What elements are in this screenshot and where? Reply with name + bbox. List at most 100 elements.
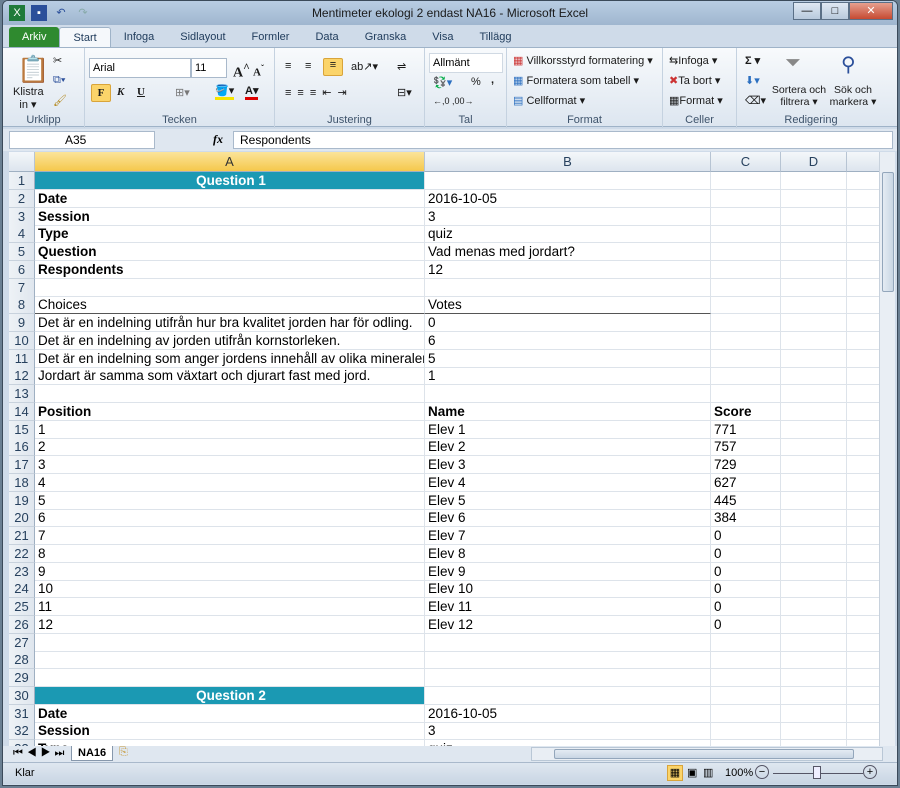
cell-d[interactable]: [781, 669, 847, 687]
select-all-corner[interactable]: [9, 152, 35, 172]
row-header[interactable]: 9: [9, 314, 35, 332]
cell-styles-button[interactable]: ▤ Cellformat ▾: [513, 94, 585, 107]
find-binoculars-icon[interactable]: ⚲: [841, 52, 856, 77]
cell-e[interactable]: [847, 332, 879, 350]
cell-e[interactable]: [847, 563, 879, 581]
cell-d[interactable]: [781, 456, 847, 474]
format-painter-icon[interactable]: 🖌: [53, 94, 67, 107]
cell-a[interactable]: 10: [35, 580, 425, 599]
cell-b[interactable]: quiz: [425, 225, 711, 244]
row-header[interactable]: 31: [9, 704, 35, 723]
cell-b[interactable]: Elev 11: [425, 598, 711, 616]
cell-e[interactable]: [847, 687, 879, 705]
format-as-table-button[interactable]: ▦ Formatera som tabell ▾: [513, 74, 639, 87]
normal-view-icon[interactable]: ▦: [667, 765, 683, 781]
row-header[interactable]: 11: [9, 349, 35, 368]
cell-a[interactable]: Session: [35, 722, 425, 741]
row-header[interactable]: 16: [9, 438, 35, 457]
cell-e[interactable]: [847, 172, 879, 190]
row-header[interactable]: 13: [9, 385, 35, 403]
tab-infoga[interactable]: Infoga: [111, 27, 168, 47]
cut-icon[interactable]: ✂: [53, 54, 62, 67]
cell-a[interactable]: 11: [35, 598, 425, 616]
cell-b[interactable]: Elev 7: [425, 527, 711, 545]
cell-a[interactable]: Type: [35, 225, 425, 244]
row-header[interactable]: 23: [9, 562, 35, 581]
cell-b[interactable]: Vad menas med jordart?: [425, 243, 711, 261]
number-format-select[interactable]: Allmänt: [429, 53, 503, 73]
cell-b[interactable]: [425, 633, 711, 652]
cell-d[interactable]: [781, 172, 847, 190]
cell-a[interactable]: Position: [35, 402, 425, 421]
row-header[interactable]: 24: [9, 580, 35, 599]
cell-e[interactable]: [847, 598, 879, 616]
formula-input[interactable]: Respondents: [233, 131, 893, 149]
cell-b[interactable]: Elev 1: [425, 420, 711, 439]
cell-a[interactable]: 6: [35, 509, 425, 528]
row-header[interactable]: 15: [9, 420, 35, 439]
column-header-b[interactable]: B: [425, 152, 711, 172]
bold-button[interactable]: F: [91, 84, 111, 102]
cell-d[interactable]: [781, 331, 847, 350]
format-cells-button[interactable]: ▦Format ▾: [669, 94, 723, 107]
minimize-button[interactable]: —: [793, 2, 821, 20]
tab-formler[interactable]: Formler: [239, 27, 303, 47]
cell-d[interactable]: [781, 402, 847, 421]
row-header[interactable]: 2: [9, 189, 35, 208]
cell-e[interactable]: [847, 261, 879, 279]
row-header[interactable]: 18: [9, 473, 35, 492]
cell-d[interactable]: [781, 562, 847, 581]
cell-d[interactable]: [781, 296, 847, 315]
cell-d[interactable]: [781, 598, 847, 616]
cell-e[interactable]: [847, 722, 879, 741]
cell-e[interactable]: [847, 456, 879, 474]
cell-c[interactable]: 384: [711, 509, 781, 528]
column-header-a[interactable]: A: [35, 152, 425, 172]
row-header[interactable]: 7: [9, 278, 35, 297]
cell-c[interactable]: [711, 243, 781, 261]
cell-a[interactable]: 5: [35, 491, 425, 510]
row-header[interactable]: 28: [9, 651, 35, 670]
cell-e[interactable]: [847, 474, 879, 492]
cell-d[interactable]: [781, 367, 847, 386]
cell-b[interactable]: [425, 651, 711, 670]
horizontal-scrollbar[interactable]: [531, 747, 883, 761]
cell-c[interactable]: 0: [711, 527, 781, 545]
cell-a[interactable]: Question 2: [35, 686, 425, 705]
cell-d[interactable]: [781, 544, 847, 563]
cell-a[interactable]: Det är en indelning utifrån hur bra kval…: [35, 314, 425, 332]
cell-d[interactable]: [781, 189, 847, 208]
cell-b[interactable]: Elev 3: [425, 456, 711, 474]
cell-e[interactable]: [847, 314, 879, 332]
cell-c[interactable]: [711, 260, 781, 279]
font-size-select[interactable]: 11: [191, 58, 227, 78]
cell-c[interactable]: [711, 722, 781, 741]
row-header[interactable]: 29: [9, 669, 35, 687]
cell-d[interactable]: [781, 207, 847, 226]
cell-c[interactable]: 0: [711, 580, 781, 599]
row-header[interactable]: 12: [9, 367, 35, 386]
cell-c[interactable]: 0: [711, 544, 781, 563]
name-box[interactable]: A35: [9, 131, 155, 149]
page-break-view-icon[interactable]: ▥: [703, 766, 713, 779]
cell-d[interactable]: [781, 527, 847, 545]
cell-c[interactable]: [711, 651, 781, 670]
cell-b[interactable]: Elev 6: [425, 509, 711, 528]
cell-b[interactable]: 6: [425, 331, 711, 350]
cell-e[interactable]: [847, 243, 879, 261]
sort-filter-button[interactable]: Sortera och filtrera ▾: [769, 84, 829, 108]
font-color-icon[interactable]: A▾: [245, 84, 259, 100]
cell-a[interactable]: 3: [35, 456, 425, 474]
row-header[interactable]: 32: [9, 722, 35, 741]
cell-a[interactable]: Respondents: [35, 260, 425, 279]
cell-e[interactable]: [847, 669, 879, 687]
cell-d[interactable]: [781, 633, 847, 652]
cell-b[interactable]: Elev 4: [425, 473, 711, 492]
delete-cells-button[interactable]: ✖Ta bort ▾: [669, 74, 720, 87]
zoom-out-button[interactable]: −: [755, 765, 769, 779]
vertical-scroll-thumb[interactable]: [882, 172, 894, 292]
cell-c[interactable]: [711, 314, 781, 332]
cell-e[interactable]: [847, 438, 879, 457]
cell-c[interactable]: [711, 686, 781, 705]
cell-b[interactable]: [425, 669, 711, 687]
